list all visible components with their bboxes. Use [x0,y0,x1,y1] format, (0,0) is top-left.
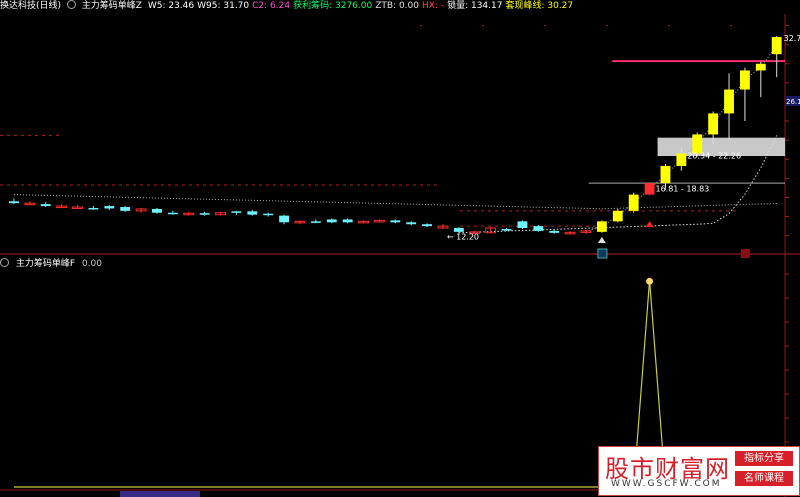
candle-body [120,207,131,211]
candle-body [390,220,401,223]
candle-body [739,70,750,90]
candle-body [708,113,719,135]
price-chart[interactable]: 32.78 20.34 - 22.26 16.81 - 18.83 ← 12.20 26… [0,0,800,497]
candle-body [406,222,417,225]
candle-body [199,213,210,215]
zone-upper-label: 20.34 - 22.26 [687,151,741,160]
candle-body [342,219,353,223]
candle-body [596,221,607,232]
candle-body [231,211,242,213]
date-scroll-bar [120,491,200,497]
watermark-tag-share[interactable]: 指标分享 [735,451,793,466]
settings-icon[interactable] [0,258,9,267]
peak-marker [646,277,654,285]
watermark-logo: 股市财富网 WWW.GSCFW.COM 指标分享 名师课程 [598,446,800,496]
sell-signal-icon [740,249,750,258]
last-price-label: 32.78 [784,34,800,43]
low-mark-label: ← 12.20 [447,232,479,241]
candle-body [724,89,734,114]
candle-body [9,201,19,204]
buy-signal-icon [597,248,608,259]
candle-body [279,215,290,223]
ma-long-line [13,194,777,210]
candle-body [676,153,687,166]
candle-body [310,221,321,223]
candle-body [104,206,115,209]
candle-body [326,219,337,223]
candle-body [152,208,162,213]
candle-body [517,221,528,229]
candle-body [501,228,512,231]
candle-body [263,213,274,216]
candle-body [771,37,782,55]
candle-body [644,183,655,195]
candle-body [247,211,258,215]
candle-body [422,224,433,227]
candle-body [167,212,178,215]
lower-pane-header: 主力筹码单峰F 0.00 [0,258,106,270]
candle-body [533,226,544,231]
lower-indicator-value: 0.00 [81,259,102,269]
watermark-tag-course[interactable]: 名师课程 [735,471,793,486]
signal-triangle-icon [597,237,606,243]
axis-price-value: 26.1 [786,98,800,106]
watermark-url: WWW.GSCFW.COM [611,479,722,489]
candle-body [660,165,671,184]
candle-body [612,210,623,222]
candle-body [453,228,464,232]
candle-body [755,63,766,71]
candle-body [40,204,51,207]
candle-body [628,194,639,211]
candle-body [88,207,99,210]
lower-indicator-name[interactable]: 主力筹码单峰F [16,259,75,269]
buy-arrow-icon [645,221,654,228]
candle-body [549,230,560,233]
zone-lower-label: 16.81 - 18.83 [655,185,709,194]
